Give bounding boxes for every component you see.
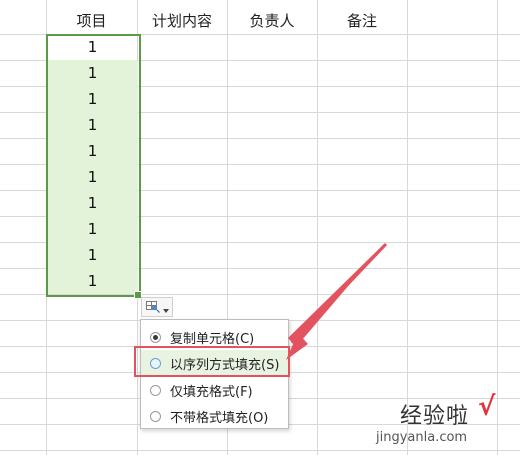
cell-value[interactable]: 1 <box>47 34 138 60</box>
grid-col-line <box>407 0 408 455</box>
column-header-notes[interactable]: 备注 <box>317 8 407 34</box>
radio-icon <box>150 331 161 343</box>
watermark-check: √ <box>478 392 496 422</box>
cell-value[interactable]: 1 <box>47 138 138 164</box>
cell-value[interactable]: 1 <box>47 242 138 268</box>
menu-item-fill-without-formatting[interactable]: 不带格式填充(O) <box>141 403 288 429</box>
cell-value[interactable]: 1 <box>47 60 138 86</box>
grid-row-line <box>0 450 520 451</box>
annotation-highlight-box <box>134 346 290 377</box>
cell-value[interactable]: 1 <box>47 112 138 138</box>
grid-col-line <box>497 0 498 455</box>
triangle-down-icon <box>162 298 169 317</box>
autofill-options-icon <box>145 298 160 317</box>
cell-value[interactable]: 1 <box>47 268 138 294</box>
menu-item-label: 仅填充格式(F) <box>170 384 253 400</box>
cell-value[interactable]: 1 <box>47 164 138 190</box>
menu-item-fill-formatting-only[interactable]: 仅填充格式(F) <box>141 377 288 403</box>
column-header-plan[interactable]: 计划内容 <box>137 8 227 34</box>
column-header-project[interactable]: 项目 <box>46 8 137 34</box>
column-header-owner[interactable]: 负责人 <box>227 8 317 34</box>
autofill-options-button[interactable] <box>141 297 173 317</box>
radio-icon <box>150 410 161 422</box>
cell-value[interactable]: 1 <box>47 216 138 242</box>
grid-col-line <box>317 0 318 455</box>
watermark-url: jingyanla.com <box>376 430 468 445</box>
watermark-logo: 经验啦 <box>400 404 470 429</box>
cell-value[interactable]: 1 <box>47 190 138 216</box>
cell-value[interactable]: 1 <box>47 86 138 112</box>
menu-item-label: 复制单元格(C) <box>170 331 255 347</box>
menu-item-label: 不带格式填充(O) <box>170 410 269 426</box>
radio-icon <box>150 384 161 396</box>
